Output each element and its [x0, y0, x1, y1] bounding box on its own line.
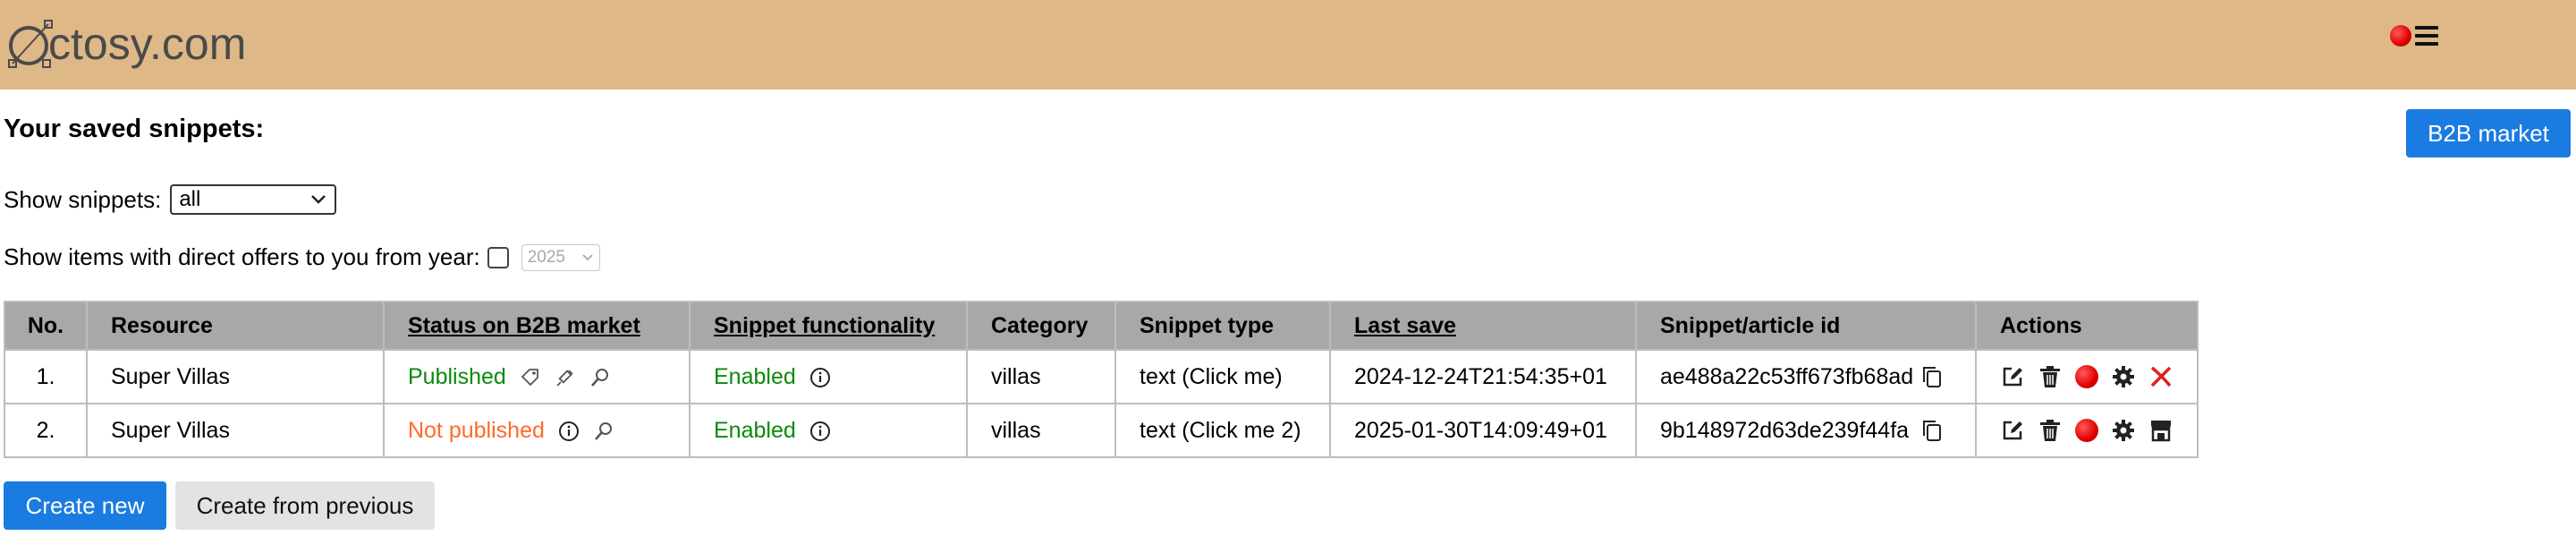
- row-status-cell: Not published: [383, 403, 691, 458]
- info-icon[interactable]: [809, 421, 831, 442]
- row-functionality-cell: Enabled: [689, 403, 968, 458]
- status-published: Published: [408, 363, 506, 389]
- col-header-category: Category: [966, 301, 1116, 351]
- gear-icon[interactable]: [2111, 418, 2136, 443]
- market-stall-icon[interactable]: [2148, 418, 2174, 443]
- edit-icon[interactable]: [2000, 364, 2025, 389]
- row-snippet-type[interactable]: text (Click me): [1114, 349, 1331, 404]
- show-snippets-label: Show snippets:: [4, 185, 162, 213]
- create-from-previous-button[interactable]: Create from previous: [175, 481, 435, 530]
- row-category: villas: [966, 403, 1116, 458]
- col-header-no: No.: [4, 301, 88, 351]
- show-snippets-filter: Show snippets: all: [4, 184, 337, 215]
- row-last-save: 2025-01-30T14:09:49+01: [1329, 403, 1637, 458]
- info-icon[interactable]: [809, 367, 831, 388]
- edit-icon[interactable]: [2000, 418, 2025, 443]
- copy-icon[interactable]: [1919, 364, 1945, 389]
- logo-icon: [8, 20, 53, 68]
- direct-offers-filter: Show items with direct offers to you fro…: [4, 243, 600, 271]
- row-snippet-type[interactable]: text (Click me 2): [1114, 403, 1331, 458]
- red-circle-icon[interactable]: [2075, 419, 2098, 442]
- functionality-enabled: Enabled: [714, 363, 796, 389]
- show-snippets-value: all: [179, 187, 201, 211]
- close-icon[interactable]: [2148, 364, 2174, 389]
- tag-icon[interactable]: [520, 367, 541, 388]
- page-title: Your saved snippets:: [4, 115, 265, 143]
- info-icon[interactable]: [558, 421, 580, 442]
- syringe-icon[interactable]: [555, 367, 576, 388]
- row-number: 1.: [4, 349, 88, 404]
- chevron-down-icon: [311, 195, 326, 204]
- magnifier-icon[interactable]: [589, 367, 611, 388]
- col-header-actions: Actions: [1975, 301, 2199, 351]
- col-header-resource: Resource: [86, 301, 385, 351]
- col-header-id: Snippet/article id: [1635, 301, 1977, 351]
- col-header-last-save[interactable]: Last save: [1329, 301, 1637, 351]
- copy-icon[interactable]: [1919, 418, 1945, 443]
- hamburger-menu-icon[interactable]: [2415, 26, 2438, 46]
- site-logo[interactable]: ctosy.com: [7, 13, 246, 75]
- show-snippets-select[interactable]: all: [170, 184, 337, 215]
- year-select[interactable]: 2025: [521, 243, 600, 271]
- b2b-market-button[interactable]: B2B market: [2406, 109, 2571, 157]
- functionality-enabled: Enabled: [714, 417, 796, 443]
- row-resource: Super Villas: [86, 349, 385, 404]
- table-header-row: No. Resource Status on B2B market Snippe…: [4, 301, 2199, 351]
- chevron-down-icon: [582, 253, 593, 260]
- status-dot-icon: [2390, 25, 2411, 47]
- top-header: ctosy.com: [0, 0, 2576, 89]
- year-value: 2025: [527, 247, 566, 267]
- table-row: 2. Super Villas Not published Enabled vi…: [4, 403, 2199, 458]
- row-category: villas: [966, 349, 1116, 404]
- table-row: 1. Super Villas Published Enabled villas…: [4, 349, 2199, 404]
- col-header-functionality[interactable]: Snippet functionality: [689, 301, 968, 351]
- row-actions-cell: [1975, 349, 2199, 404]
- row-last-save: 2024-12-24T21:54:35+01: [1329, 349, 1637, 404]
- row-resource: Super Villas: [86, 403, 385, 458]
- trash-icon[interactable]: [2038, 418, 2063, 443]
- direct-offers-label: Show items with direct offers to you fro…: [4, 243, 480, 270]
- snippets-table: No. Resource Status on B2B market Snippe…: [4, 301, 2199, 458]
- logo-text: ctosy.com: [48, 19, 247, 69]
- row-id-cell: ae488a22c53ff673fb68ad: [1635, 349, 1977, 404]
- gear-icon[interactable]: [2111, 364, 2136, 389]
- red-circle-icon[interactable]: [2075, 365, 2098, 388]
- col-header-type: Snippet type: [1114, 301, 1331, 351]
- row-number: 2.: [4, 403, 88, 458]
- row-snippet-id: ae488a22c53ff673fb68ad: [1660, 363, 1914, 389]
- row-snippet-id: 9b148972d63de239f44fa: [1660, 417, 1910, 443]
- menu-button[interactable]: [2390, 25, 2438, 47]
- create-new-button[interactable]: Create new: [4, 481, 166, 530]
- magnifier-icon[interactable]: [593, 421, 614, 442]
- row-id-cell: 9b148972d63de239f44fa: [1635, 403, 1977, 458]
- trash-icon[interactable]: [2038, 364, 2063, 389]
- status-not-published: Not published: [408, 417, 545, 443]
- row-status-cell: Published: [383, 349, 691, 404]
- row-functionality-cell: Enabled: [689, 349, 968, 404]
- row-actions-cell: [1975, 403, 2199, 458]
- col-header-status[interactable]: Status on B2B market: [383, 301, 691, 351]
- direct-offers-checkbox[interactable]: [487, 246, 509, 268]
